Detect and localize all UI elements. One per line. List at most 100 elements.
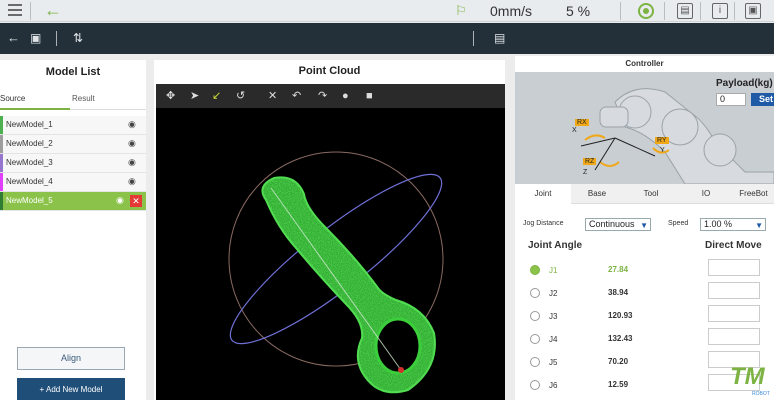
back-icon[interactable]: ←: [7, 30, 20, 46]
back-arrow-icon[interactable]: ←: [44, 0, 62, 20]
radio-button[interactable]: [530, 311, 540, 321]
radio-button[interactable]: [530, 288, 540, 298]
axis-label-ry[interactable]: RY: [655, 137, 669, 144]
point-cloud-toolbar: ✥ ➤ ↙ ↺ ✕ ↶ ↷ ● ■: [156, 84, 505, 108]
joint-name: J4: [549, 335, 558, 344]
divider: [620, 2, 621, 20]
controller-panel: Controller RX X RZ Z RY Y Payload(kg) 0 …: [515, 56, 774, 400]
joint-value: 70.20: [608, 357, 629, 366]
radio-button[interactable]: [530, 380, 540, 390]
lasso-icon[interactable]: ↺: [236, 89, 245, 103]
joint-angle-title: Joint Angle: [528, 240, 583, 251]
point-cloud-title: Point Cloud: [298, 65, 361, 77]
tab-joint[interactable]: Joint: [515, 184, 571, 204]
eye-icon[interactable]: ◉: [128, 119, 136, 130]
radio-button[interactable]: [530, 357, 540, 367]
list-item[interactable]: NewModel_2 ◉: [0, 135, 146, 154]
list-item[interactable]: NewModel_4 ◉: [0, 173, 146, 192]
tm-robot-logo-sub: ROBOT: [752, 391, 770, 397]
redo-icon[interactable]: ↷: [318, 89, 327, 103]
model-list: NewModel_1 ◉ NewModel_2 ◉ NewModel_3 ◉ N…: [0, 116, 146, 211]
point-cloud-shape: [261, 176, 436, 394]
joint-value: 27.84: [608, 265, 629, 274]
chevron-down-icon: ▼: [755, 221, 763, 230]
payload-set-button[interactable]: Set: [751, 93, 774, 106]
model-color-bar: [0, 173, 3, 191]
model-color-bar: [0, 154, 3, 172]
divider: [473, 31, 474, 46]
speed-select[interactable]: 1.00 % ▼: [700, 218, 766, 231]
eye-icon[interactable]: ◉: [128, 138, 136, 149]
save-icon[interactable]: ▣: [30, 30, 41, 46]
align-button[interactable]: Align: [17, 347, 125, 370]
divider: [664, 2, 665, 20]
tab-freebot[interactable]: FreeBot: [733, 184, 774, 204]
tm-robot-logo: TM: [730, 363, 765, 390]
info-icon[interactable]: i: [712, 3, 728, 19]
menu-icon[interactable]: [8, 4, 22, 16]
tab-result[interactable]: Result: [72, 94, 95, 103]
payload-input[interactable]: 0: [716, 93, 746, 106]
tab-source[interactable]: Source: [0, 94, 25, 103]
status-indicator-icon[interactable]: [638, 3, 654, 19]
jog-distance-select[interactable]: Continuous ▼: [585, 218, 651, 231]
axis-label-z: Z: [583, 169, 588, 176]
point-cloud-viewport[interactable]: [156, 108, 505, 400]
eye-icon[interactable]: ◉: [116, 195, 124, 206]
joint-row[interactable]: J4 132.43: [515, 331, 675, 351]
divider: [30, 2, 31, 20]
direct-move-input-j2[interactable]: [708, 282, 760, 299]
joint-row[interactable]: J3 120.93: [515, 308, 675, 328]
joint-value: 38.94: [608, 288, 629, 297]
point-size-icon[interactable]: ●: [342, 89, 349, 103]
tab-tool[interactable]: Tool: [623, 184, 679, 204]
model-name: NewModel_2: [6, 139, 53, 148]
direct-move-input-j4[interactable]: [708, 328, 760, 345]
crosshair-icon[interactable]: ✥: [166, 89, 175, 103]
pointer-icon[interactable]: ➤: [190, 89, 199, 103]
joint-value: 12.59: [608, 380, 629, 389]
joint-row[interactable]: J5 70.20: [515, 354, 675, 374]
undo-icon[interactable]: ↶: [292, 89, 301, 103]
axis-label-x: X: [572, 127, 577, 134]
top-status-bar: ← ⚐ 0mm/s 5 % ▤ i ▣: [0, 0, 774, 22]
model-name: NewModel_4: [6, 177, 53, 186]
cube-icon[interactable]: ■: [366, 89, 373, 103]
speed-value: 1.00 %: [704, 219, 733, 229]
radio-button[interactable]: [530, 265, 540, 275]
model-name: NewModel_3: [6, 158, 53, 167]
settings-sliders-icon[interactable]: ⇅: [73, 30, 83, 46]
list-item-selected[interactable]: NewModel_5 ◉ ✕: [0, 192, 146, 211]
list-item[interactable]: NewModel_3 ◉: [0, 154, 146, 173]
eye-icon[interactable]: ◉: [128, 157, 136, 168]
add-new-model-button[interactable]: + Add New Model: [17, 378, 125, 400]
direct-move-input-j3[interactable]: [708, 305, 760, 322]
delete-icon[interactable]: ✕: [130, 195, 142, 207]
jog-distance-value: Continuous: [589, 219, 635, 229]
book-icon[interactable]: ▤: [494, 30, 505, 46]
joint-row[interactable]: J6 12.59: [515, 377, 675, 397]
axis-label-rz[interactable]: RZ: [583, 158, 597, 165]
direct-move-input-j1[interactable]: [708, 259, 760, 276]
controller-tabs: Joint Base Tool IO FreeBot: [515, 184, 774, 204]
chevron-down-icon: ▼: [640, 221, 648, 230]
joint-row[interactable]: J2 38.94: [515, 285, 675, 305]
pivot-marker: [398, 367, 404, 373]
list-item[interactable]: NewModel_1 ◉: [0, 116, 146, 135]
tab-base[interactable]: Base: [571, 184, 623, 204]
divider: [700, 2, 701, 20]
model-list-panel: Model List Source Result NewModel_1 ◉ Ne…: [0, 60, 146, 400]
robot-arm-view: RX X RZ Z RY Y Payload(kg) 0 Set: [515, 72, 774, 184]
divider: [734, 2, 735, 20]
close-icon[interactable]: ✕: [268, 89, 277, 103]
select-region-icon[interactable]: ↙: [212, 89, 221, 103]
tab-io[interactable]: IO: [679, 184, 733, 204]
joint-row[interactable]: J1 27.84: [515, 262, 675, 282]
window-icon[interactable]: ▣: [745, 3, 761, 19]
axis-label-rx[interactable]: RX: [575, 119, 589, 126]
speed-readout: 0mm/s: [490, 3, 532, 19]
eye-icon[interactable]: ◉: [128, 176, 136, 187]
radio-button[interactable]: [530, 334, 540, 344]
display-icon[interactable]: ▤: [677, 3, 693, 19]
robot-status-icon: ⚐: [455, 3, 467, 18]
